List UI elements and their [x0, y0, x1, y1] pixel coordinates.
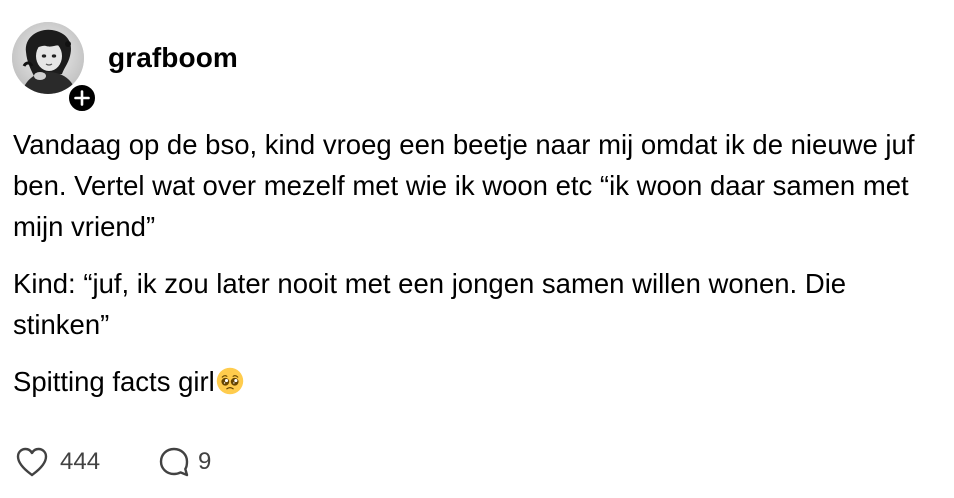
- comment-icon: [159, 447, 189, 477]
- reply-button[interactable]: 9: [158, 442, 211, 482]
- plus-icon: [74, 90, 90, 106]
- like-button[interactable]: 444: [14, 442, 100, 482]
- follow-button[interactable]: [66, 82, 98, 114]
- username[interactable]: grafboom: [108, 42, 238, 74]
- post-paragraph-last: Spitting facts girl: [13, 361, 933, 402]
- post-header: grafboom: [12, 20, 612, 114]
- post-paragraph-text: Spitting facts girl: [13, 366, 215, 397]
- pleading-face-emoji-icon: [216, 367, 243, 395]
- post-paragraph: Vandaag op de bso, kind vroeg een beetje…: [13, 129, 915, 242]
- post: grafboom Vandaag op de bso, kind vroeg e…: [0, 0, 954, 498]
- post-actions: 444 9: [14, 442, 414, 482]
- post-body: Vandaag op de bso, kind vroeg een beetje…: [13, 124, 933, 418]
- avatar-container[interactable]: [12, 20, 98, 114]
- like-count: 444: [60, 448, 101, 475]
- heart-icon: [16, 447, 48, 477]
- post-paragraph: Kind: “juf, ik zou later nooit met een j…: [13, 268, 847, 340]
- reply-count: 9: [198, 448, 212, 475]
